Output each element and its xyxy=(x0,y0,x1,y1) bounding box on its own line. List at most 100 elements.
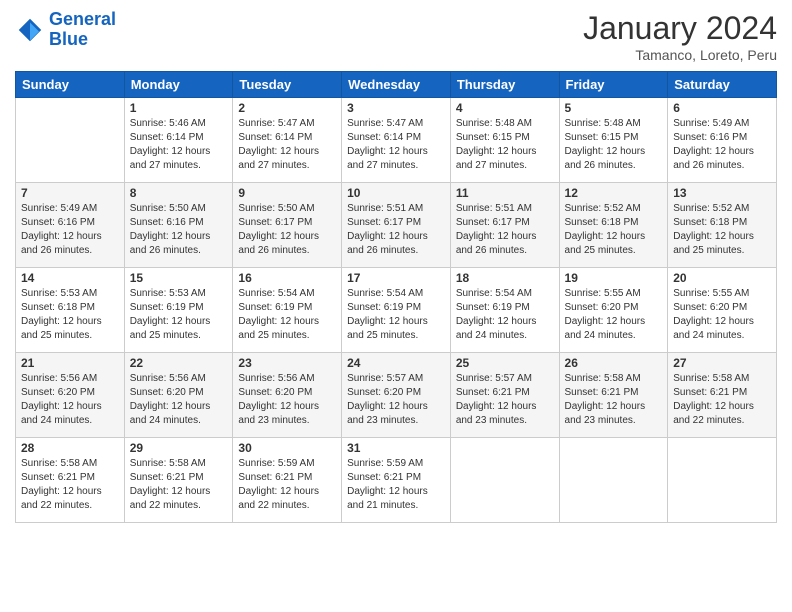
calendar-day-cell xyxy=(450,438,559,523)
calendar-week-row: 7 Sunrise: 5:49 AMSunset: 6:16 PMDaylight… xyxy=(16,183,777,268)
day-info: Sunrise: 5:49 AMSunset: 6:16 PMDaylight:… xyxy=(21,202,119,258)
calendar-day-cell: 6 Sunrise: 5:49 AMSunset: 6:16 PMDaylight… xyxy=(668,98,777,183)
calendar-day-cell: 1Sunrise: 5:46 AMSunset: 6:14 PMDaylight… xyxy=(124,98,233,183)
day-number: 12 xyxy=(565,186,663,200)
day-number: 5 xyxy=(565,101,663,115)
calendar-day-cell: 30 Sunrise: 5:59 AMSunset: 6:21 PMDayligh… xyxy=(233,438,342,523)
calendar-day-cell: 3 Sunrise: 5:47 AMSunset: 6:14 PMDaylight… xyxy=(342,98,451,183)
calendar-week-row: 1Sunrise: 5:46 AMSunset: 6:14 PMDaylight… xyxy=(16,98,777,183)
day-info: Sunrise: 5:56 AMSunset: 6:20 PMDaylight:… xyxy=(21,372,119,428)
day-info: Sunrise: 5:52 AMSunset: 6:18 PMDaylight:… xyxy=(565,202,663,258)
day-number: 20 xyxy=(673,271,771,285)
day-info: Sunrise: 5:58 AMSunset: 6:21 PMDaylight:… xyxy=(130,457,228,513)
day-info: Sunrise: 5:54 AMSunset: 6:19 PMDaylight:… xyxy=(347,287,445,343)
day-number: 8 xyxy=(130,186,228,200)
calendar-day-cell: 2 Sunrise: 5:47 AMSunset: 6:14 PMDaylight… xyxy=(233,98,342,183)
day-number: 7 xyxy=(21,186,119,200)
col-tuesday: Tuesday xyxy=(233,72,342,98)
day-number: 4 xyxy=(456,101,554,115)
day-number: 19 xyxy=(565,271,663,285)
calendar-table: Sunday Monday Tuesday Wednesday Thursday… xyxy=(15,71,777,523)
calendar-day-cell: 22Sunrise: 5:56 AMSunset: 6:20 PMDayligh… xyxy=(124,353,233,438)
calendar-day-cell: 5 Sunrise: 5:48 AMSunset: 6:15 PMDaylight… xyxy=(559,98,668,183)
day-info: Sunrise: 5:53 AMSunset: 6:18 PMDaylight:… xyxy=(21,287,119,343)
day-info: Sunrise: 5:54 AMSunset: 6:19 PMDaylight:… xyxy=(238,287,336,343)
logo: General Blue xyxy=(15,10,116,50)
day-number: 31 xyxy=(347,441,445,455)
calendar-day-cell: 10Sunrise: 5:51 AMSunset: 6:17 PMDayligh… xyxy=(342,183,451,268)
day-number: 13 xyxy=(673,186,771,200)
day-info: Sunrise: 5:58 AMSunset: 6:21 PMDaylight:… xyxy=(565,372,663,428)
day-number: 23 xyxy=(238,356,336,370)
day-number: 25 xyxy=(456,356,554,370)
day-number: 14 xyxy=(21,271,119,285)
day-info: Sunrise: 5:47 AMSunset: 6:14 PMDaylight:… xyxy=(347,117,445,173)
day-number: 1 xyxy=(130,101,228,115)
col-friday: Friday xyxy=(559,72,668,98)
calendar-week-row: 21 Sunrise: 5:56 AMSunset: 6:20 PMDayligh… xyxy=(16,353,777,438)
calendar-day-cell: 14 Sunrise: 5:53 AMSunset: 6:18 PMDayligh… xyxy=(16,268,125,353)
calendar-day-cell: 8 Sunrise: 5:50 AMSunset: 6:16 PMDaylight… xyxy=(124,183,233,268)
day-number: 15 xyxy=(130,271,228,285)
day-info: Sunrise: 5:50 AMSunset: 6:17 PMDaylight:… xyxy=(238,202,336,258)
day-number: 27 xyxy=(673,356,771,370)
calendar-day-cell: 16 Sunrise: 5:54 AMSunset: 6:19 PMDayligh… xyxy=(233,268,342,353)
day-info: Sunrise: 5:47 AMSunset: 6:14 PMDaylight:… xyxy=(238,117,336,173)
calendar-day-cell xyxy=(16,98,125,183)
logo-line1: General xyxy=(49,9,116,29)
day-info: Sunrise: 5:57 AMSunset: 6:20 PMDaylight:… xyxy=(347,372,445,428)
day-info: Sunrise: 5:59 AMSunset: 6:21 PMDaylight:… xyxy=(238,457,336,513)
day-number: 29 xyxy=(130,441,228,455)
logo-line2: Blue xyxy=(49,29,88,49)
day-number: 21 xyxy=(21,356,119,370)
col-monday: Monday xyxy=(124,72,233,98)
header: General Blue January 2024 Tamanco, Loret… xyxy=(15,10,777,63)
day-info: Sunrise: 5:58 AMSunset: 6:21 PMDaylight:… xyxy=(673,372,771,428)
calendar-day-cell: 9 Sunrise: 5:50 AMSunset: 6:17 PMDaylight… xyxy=(233,183,342,268)
calendar-day-cell: 24Sunrise: 5:57 AMSunset: 6:20 PMDayligh… xyxy=(342,353,451,438)
day-info: Sunrise: 5:48 AMSunset: 6:15 PMDaylight:… xyxy=(565,117,663,173)
day-number: 6 xyxy=(673,101,771,115)
day-info: Sunrise: 5:55 AMSunset: 6:20 PMDaylight:… xyxy=(673,287,771,343)
day-number: 11 xyxy=(456,186,554,200)
page: General Blue January 2024 Tamanco, Loret… xyxy=(0,0,792,612)
calendar-day-cell: 13 Sunrise: 5:52 AMSunset: 6:18 PMDayligh… xyxy=(668,183,777,268)
day-number: 28 xyxy=(21,441,119,455)
logo-text: General Blue xyxy=(49,10,116,50)
day-number: 18 xyxy=(456,271,554,285)
col-thursday: Thursday xyxy=(450,72,559,98)
day-info: Sunrise: 5:56 AMSunset: 6:20 PMDaylight:… xyxy=(130,372,228,428)
calendar-week-row: 14 Sunrise: 5:53 AMSunset: 6:18 PMDayligh… xyxy=(16,268,777,353)
day-number: 16 xyxy=(238,271,336,285)
day-info: Sunrise: 5:53 AMSunset: 6:19 PMDaylight:… xyxy=(130,287,228,343)
logo-icon xyxy=(15,15,45,45)
col-wednesday: Wednesday xyxy=(342,72,451,98)
day-number: 3 xyxy=(347,101,445,115)
day-info: Sunrise: 5:49 AMSunset: 6:16 PMDaylight:… xyxy=(673,117,771,173)
day-info: Sunrise: 5:58 AMSunset: 6:21 PMDaylight:… xyxy=(21,457,119,513)
calendar-day-cell: 31Sunrise: 5:59 AMSunset: 6:21 PMDayligh… xyxy=(342,438,451,523)
calendar-day-cell: 21 Sunrise: 5:56 AMSunset: 6:20 PMDayligh… xyxy=(16,353,125,438)
col-sunday: Sunday xyxy=(16,72,125,98)
day-number: 2 xyxy=(238,101,336,115)
day-info: Sunrise: 5:48 AMSunset: 6:15 PMDaylight:… xyxy=(456,117,554,173)
calendar-week-row: 28 Sunrise: 5:58 AMSunset: 6:21 PMDayligh… xyxy=(16,438,777,523)
calendar-day-cell: 27 Sunrise: 5:58 AMSunset: 6:21 PMDayligh… xyxy=(668,353,777,438)
calendar-day-cell: 26Sunrise: 5:58 AMSunset: 6:21 PMDayligh… xyxy=(559,353,668,438)
calendar-day-cell: 29 Sunrise: 5:58 AMSunset: 6:21 PMDayligh… xyxy=(124,438,233,523)
calendar-day-cell: 4 Sunrise: 5:48 AMSunset: 6:15 PMDaylight… xyxy=(450,98,559,183)
calendar-day-cell: 23 Sunrise: 5:56 AMSunset: 6:20 PMDayligh… xyxy=(233,353,342,438)
day-number: 30 xyxy=(238,441,336,455)
calendar-day-cell: 7 Sunrise: 5:49 AMSunset: 6:16 PMDaylight… xyxy=(16,183,125,268)
day-info: Sunrise: 5:57 AMSunset: 6:21 PMDaylight:… xyxy=(456,372,554,428)
calendar-day-cell: 25 Sunrise: 5:57 AMSunset: 6:21 PMDayligh… xyxy=(450,353,559,438)
day-info: Sunrise: 5:56 AMSunset: 6:20 PMDaylight:… xyxy=(238,372,336,428)
calendar-day-cell xyxy=(559,438,668,523)
day-number: 9 xyxy=(238,186,336,200)
day-info: Sunrise: 5:54 AMSunset: 6:19 PMDaylight:… xyxy=(456,287,554,343)
day-info: Sunrise: 5:50 AMSunset: 6:16 PMDaylight:… xyxy=(130,202,228,258)
day-info: Sunrise: 5:55 AMSunset: 6:20 PMDaylight:… xyxy=(565,287,663,343)
day-number: 10 xyxy=(347,186,445,200)
day-info: Sunrise: 5:52 AMSunset: 6:18 PMDaylight:… xyxy=(673,202,771,258)
calendar-day-cell xyxy=(668,438,777,523)
